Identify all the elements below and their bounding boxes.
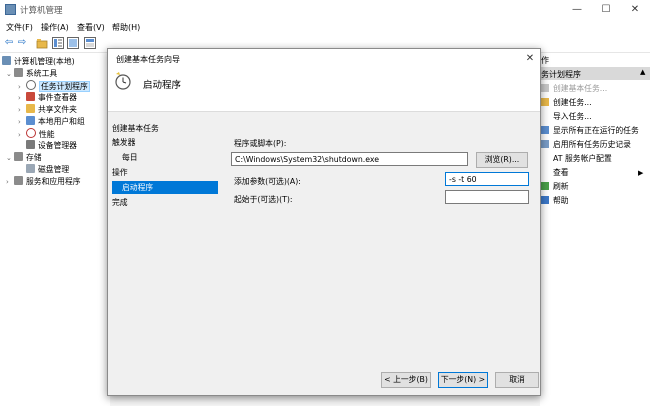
dialog-header: 启动程序 (108, 69, 540, 112)
next-button[interactable]: 下一步(N) > (438, 372, 488, 388)
action-refresh[interactable]: 刷新 (539, 181, 569, 193)
step-create-basic-task: 创建基本任务 (112, 124, 159, 133)
menu-help[interactable]: 帮助(H) (112, 22, 140, 33)
program-label: 程序或脚本(P): (234, 139, 287, 148)
start-in-label: 起始于(可选)(T): (234, 195, 293, 204)
show-hide-tree-icon[interactable] (52, 37, 64, 49)
program-input[interactable] (231, 152, 468, 166)
action-help[interactable]: 帮助 (539, 195, 569, 207)
refresh-icon (541, 182, 549, 190)
action-enable-history[interactable]: 启用所有任务历史记录 (539, 139, 631, 151)
action-show-running[interactable]: 显示所有正在运行的任务 (539, 125, 639, 137)
tree-item-services[interactable]: › 服务和应用程序 (6, 176, 81, 188)
task-wizard-icon (113, 71, 131, 90)
computer-icon (2, 56, 11, 65)
start-in-input[interactable] (445, 190, 529, 204)
tree-item-root[interactable]: 计算机管理(本地) (2, 56, 75, 68)
dialog-title: 创建基本任务向导 (116, 55, 180, 64)
close-button[interactable]: ✕ (628, 3, 642, 17)
event-viewer-icon (26, 92, 35, 101)
chevron-right-icon[interactable]: › (18, 92, 26, 104)
arguments-label: 添加参数(可选)(A): (234, 177, 301, 186)
create-basic-task-wizard: 创建基本任务向导 ✕ 启动程序 创建基本任务 触发器 每日 操作 启动程序 完成… (107, 48, 541, 396)
menu-view[interactable]: 查看(V) (77, 22, 105, 33)
dialog-close-button[interactable]: ✕ (523, 52, 537, 66)
cancel-button[interactable]: 取消 (495, 372, 539, 388)
dialog-step-title: 启动程序 (143, 80, 182, 91)
tree-item-shared-folders[interactable]: › 共享文件夹 (18, 104, 77, 116)
performance-icon (26, 128, 36, 138)
storage-icon (14, 152, 23, 161)
disk-icon (26, 164, 35, 173)
computer-management-icon (5, 4, 16, 15)
step-trigger: 触发器 (112, 138, 136, 147)
action-create-task[interactable]: 创建任务... (539, 97, 592, 109)
action-import-task[interactable]: 导入任务... (539, 111, 592, 123)
dialog-titlebar: 创建基本任务向导 ✕ (108, 49, 540, 69)
history-icon (541, 140, 549, 148)
shared-folder-icon (26, 104, 35, 113)
step-finish: 完成 (112, 198, 128, 207)
import-icon (541, 112, 549, 120)
arguments-input[interactable] (445, 172, 529, 186)
action-at-config[interactable]: AT 服务帐户配置 (539, 153, 612, 165)
help-pane-icon[interactable] (67, 37, 79, 49)
actions-header: 作 (539, 53, 650, 66)
forward-arrow-icon[interactable]: ⇨ (16, 37, 28, 49)
navigation-tree: 计算机管理(本地) ⌄ 系统工具 › 任务计划程序 › 事件查看器 › 共享文件夹 › 本… (0, 53, 110, 406)
window-title: 计算机管理 (20, 6, 63, 16)
clock-icon (26, 80, 36, 90)
center-pane-background (110, 395, 540, 406)
folder-up-icon[interactable] (36, 37, 48, 49)
collapse-icon[interactable]: ▲ (640, 68, 645, 76)
step-daily: 每日 (122, 153, 138, 162)
tree-item-event-viewer[interactable]: › 事件查看器 (18, 92, 77, 104)
tree-item-device-manager[interactable]: 设备管理器 (26, 140, 77, 152)
device-manager-icon (26, 140, 35, 149)
back-arrow-icon[interactable]: ⇦ (3, 37, 15, 49)
users-icon (26, 116, 35, 125)
chevron-right-icon[interactable]: › (18, 129, 26, 141)
chevron-down-icon[interactable]: ⌄ (6, 152, 14, 164)
browse-button[interactable]: 浏览(R)... (476, 152, 528, 168)
chevron-right-icon[interactable]: › (6, 176, 14, 188)
running-tasks-icon (541, 126, 549, 134)
tools-icon (14, 68, 23, 77)
action-create-basic-task[interactable]: 创建基本任务... (539, 83, 607, 95)
back-button[interactable]: < 上一步(B) (381, 372, 431, 388)
at-config-icon (541, 154, 549, 162)
services-icon (14, 176, 23, 185)
maximize-button[interactable]: ☐ (599, 3, 613, 17)
submenu-arrow-icon: ▶ (638, 169, 644, 177)
minimize-button[interactable]: — (570, 3, 584, 17)
task-icon (541, 98, 549, 106)
menu-action[interactable]: 操作(A) (41, 22, 69, 33)
menu-file[interactable]: 文件(F) (6, 22, 33, 33)
basic-task-icon (541, 84, 549, 92)
tree-item-task-scheduler[interactable]: › 任务计划程序 (18, 80, 90, 92)
step-action: 操作 (112, 168, 128, 177)
chevron-right-icon[interactable]: › (18, 104, 26, 116)
chevron-right-icon[interactable]: › (18, 116, 26, 128)
actions-section-task-scheduler[interactable]: 务计划程序 ▲ (539, 67, 650, 80)
console-pane-icon[interactable] (84, 37, 96, 49)
view-icon (541, 168, 549, 176)
wizard-steps: 创建基本任务 触发器 每日 操作 启动程序 完成 (108, 122, 220, 382)
menu-bar: 文件(F) 操作(A) 查看(V) 帮助(H) (0, 20, 650, 34)
actions-panel: 作 务计划程序 ▲ 创建基本任务... 创建任务... 导入任务... 显示所有正… (539, 53, 650, 406)
window-titlebar: 计算机管理 — ☐ ✕ (0, 0, 650, 20)
tree-item-local-users[interactable]: › 本地用户和组 (18, 116, 85, 128)
tree-item-storage[interactable]: ⌄ 存储 (6, 152, 42, 164)
help-icon (541, 196, 549, 204)
chevron-down-icon[interactable]: ⌄ (6, 68, 14, 80)
action-view[interactable]: 查看 ▶ (539, 167, 648, 179)
tree-item-system-tools[interactable]: ⌄ 系统工具 (6, 68, 57, 80)
tree-item-disk-management[interactable]: 磁盘管理 (26, 164, 69, 176)
step-start-program: 启动程序 (112, 181, 218, 194)
tree-item-performance[interactable]: › 性能 (18, 128, 55, 140)
